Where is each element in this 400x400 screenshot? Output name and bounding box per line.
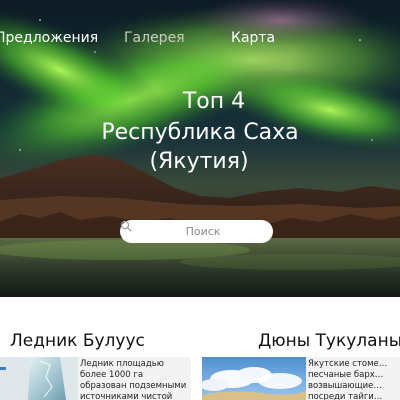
search-icon [120,220,132,232]
nav-link-offers[interactable]: Предложения [0,29,98,47]
search-input[interactable] [144,220,262,243]
hero-banner: Предложения Галерея Карта Топ 4 Республи… [0,0,400,297]
glacier-image [0,357,78,400]
nav-link-gallery[interactable]: Галерея [124,29,185,47]
hero-title-line2: Республика Саха [101,120,299,145]
attraction-card-buluus[interactable]: Ледник площадью более 1000 га образован … [0,357,191,400]
main-nav: Предложения Галерея Карта [0,29,400,49]
card-description-tukulany: Якутские стоме… песчаные барх… возвышающ… [308,359,388,400]
hero-title-line3: (Якутия) [149,149,249,174]
nav-link-map[interactable]: Карта [231,29,275,47]
card-description-buluus: Ледник площадью более 1000 га образован … [80,359,187,400]
search-box[interactable] [120,220,273,243]
attraction-card-tukulany[interactable]: Якутские стоме… песчаные барх… возвышающ… [202,357,400,400]
hero-title-line1: Топ 4 [182,89,246,114]
dunes-image [202,357,306,400]
card-title-tukulany: Дюны Тукуланы [258,331,400,351]
card-title-buluus: Ледник Булуус [10,331,145,351]
